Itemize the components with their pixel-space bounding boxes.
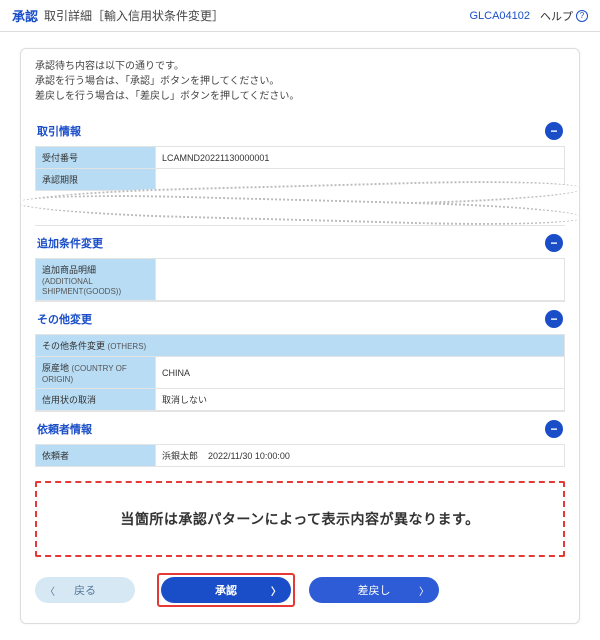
section-header-transaction: 取引情報 −	[35, 114, 565, 146]
section-title: 依頼者情報	[37, 421, 92, 437]
section-title: 取引情報	[37, 123, 81, 139]
help-icon: ?	[576, 10, 588, 22]
button-label: 戻る	[74, 582, 96, 598]
button-label: 承認	[215, 582, 237, 598]
collapse-icon[interactable]: −	[545, 234, 563, 252]
field-label: 受付番号	[36, 147, 156, 169]
chevron-right-icon: 〉	[419, 583, 429, 598]
collapse-icon[interactable]: −	[545, 122, 563, 140]
field-label: 承認期限	[36, 169, 156, 191]
table-row: 追加商品明細 (ADDITIONAL SHIPMENT(GOODS))	[36, 259, 565, 301]
field-label-text: 追加商品明細	[42, 265, 96, 275]
addcond-table: 追加商品明細 (ADDITIONAL SHIPMENT(GOODS))	[35, 258, 565, 301]
back-button[interactable]: 〈 戻る	[35, 577, 135, 603]
field-label-text: 原産地	[42, 363, 69, 373]
sub-header-en: (OTHERS)	[108, 342, 147, 351]
requester-time: 2022/11/30 10:00:00	[208, 451, 290, 461]
notice-text: 当箇所は承認パターンによって表示内容が異なります。	[120, 511, 479, 527]
field-label: 信用状の取消	[36, 389, 156, 411]
field-value: 浜銀太郎 2022/11/30 10:00:00	[156, 445, 565, 467]
section-title: 追加条件変更	[37, 235, 103, 251]
field-value: 取消しない	[156, 389, 565, 411]
chevron-left-icon: 〈	[45, 583, 55, 598]
chevron-right-icon: 〉	[271, 583, 281, 598]
field-value: LCAMND20221130000001	[156, 147, 565, 169]
section-header-requester: 依頼者情報 −	[35, 411, 565, 444]
reject-button[interactable]: 差戻し 〉	[309, 577, 439, 603]
field-label: 依頼者	[36, 445, 156, 467]
help-label: ヘルプ	[540, 8, 573, 24]
torn-separator	[21, 191, 579, 221]
table-row: 受付番号 LCAMND20221130000001	[36, 147, 565, 169]
notice-box: 当箇所は承認パターンによって表示内容が異なります。	[35, 481, 565, 557]
button-label: 差戻し	[358, 582, 391, 598]
field-label: 追加商品明細 (ADDITIONAL SHIPMENT(GOODS))	[36, 259, 156, 301]
field-value	[156, 259, 565, 301]
section-title: その他変更	[37, 311, 92, 327]
instruction-line: 差戻しを行う場合は、「差戻し」ボタンを押してください。	[35, 89, 565, 104]
field-label-sub: (ADDITIONAL SHIPMENT(GOODS))	[42, 277, 121, 296]
table-row: その他条件変更 (OTHERS)	[36, 335, 565, 357]
sub-header: その他条件変更 (OTHERS)	[36, 335, 565, 357]
field-value: CHINA	[156, 357, 565, 389]
section-header-addcond: 追加条件変更 −	[35, 225, 565, 258]
table-row: 原産地 (COUNTRY OF ORIGIN) CHINA	[36, 357, 565, 389]
sub-header-text: その他条件変更	[42, 341, 105, 351]
table-row: 信用状の取消 取消しない	[36, 389, 565, 411]
other-table: その他条件変更 (OTHERS) 原産地 (COUNTRY OF ORIGIN)…	[35, 334, 565, 411]
button-row: 〈 戻る 承認 〉 差戻し 〉	[35, 573, 565, 605]
requester-table: 依頼者 浜銀太郎 2022/11/30 10:00:00	[35, 444, 565, 467]
instructions: 承認待ち内容は以下の通りです。 承認を行う場合は、「承認」ボタンを押してください…	[35, 59, 565, 104]
instruction-line: 承認を行う場合は、「承認」ボタンを押してください。	[35, 74, 565, 89]
screen-code: GLCA04102	[469, 10, 530, 22]
page-header: 承認 取引詳細［輸入信用状条件変更］ GLCA04102 ヘルプ ?	[0, 0, 600, 32]
table-row: 依頼者 浜銀太郎 2022/11/30 10:00:00	[36, 445, 565, 467]
page-subtitle: 取引詳細［輸入信用状条件変更］	[44, 7, 224, 24]
main-card: 承認待ち内容は以下の通りです。 承認を行う場合は、「承認」ボタンを押してください…	[20, 48, 580, 624]
field-label: 原産地 (COUNTRY OF ORIGIN)	[36, 357, 156, 389]
help-link[interactable]: ヘルプ ?	[540, 8, 588, 24]
collapse-icon[interactable]: −	[545, 310, 563, 328]
section-header-other: その他変更 −	[35, 301, 565, 334]
approve-button[interactable]: 承認 〉	[161, 577, 291, 603]
page-title: 承認	[12, 6, 38, 25]
requester-name: 浜銀太郎	[162, 451, 198, 461]
collapse-icon[interactable]: −	[545, 420, 563, 438]
instruction-line: 承認待ち内容は以下の通りです。	[35, 59, 565, 74]
